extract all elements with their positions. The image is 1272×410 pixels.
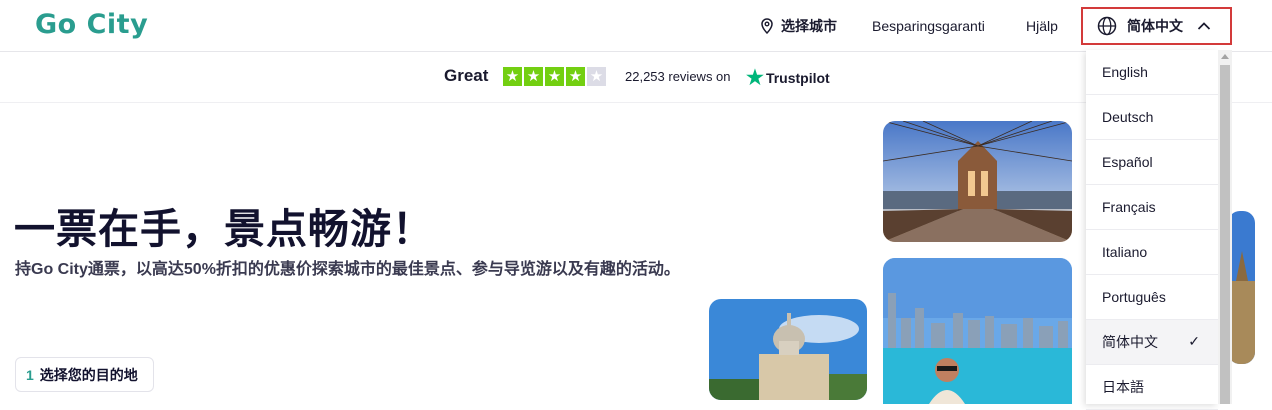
choose-city-label: 选择城市 <box>781 17 837 34</box>
language-option-italiano[interactable]: Italiano <box>1086 230 1218 275</box>
brooklyn-bridge-photo <box>883 121 1072 242</box>
trustpilot-review-count[interactable]: 22,253 reviews on <box>625 69 731 84</box>
language-option-label: Français <box>1102 199 1156 215</box>
trustpilot-logo[interactable]: ★ Trustpilot <box>746 65 830 90</box>
language-option-espanol[interactable]: Español <box>1086 140 1218 185</box>
chevron-up-icon <box>1197 22 1211 30</box>
temple-photo <box>1228 211 1255 364</box>
trustpilot-bar: Great ★ ★ ★ ★ ★ 22,253 reviews on ★ Trus… <box>0 52 1272 103</box>
star-icon: ★ <box>503 67 522 86</box>
trustpilot-brand: Trustpilot <box>765 69 830 86</box>
language-selector-label: 简体中文 <box>1127 18 1183 34</box>
language-option-deutsch[interactable]: Deutsch <box>1086 95 1218 140</box>
language-option-japanese[interactable]: 日本語 <box>1086 365 1218 410</box>
map-pin-icon <box>761 17 773 34</box>
language-option-simplified-chinese[interactable]: 简体中文 ✓ <box>1086 320 1218 365</box>
trustpilot-star-icon: ★ <box>746 67 764 89</box>
go-city-logo[interactable]: Go City <box>35 9 148 40</box>
language-option-english[interactable]: English <box>1086 50 1218 95</box>
hero-subtitle: 持Go City通票，以高达50%折扣的优惠价探索城市的最佳景点、参与导览游以及… <box>15 261 680 278</box>
dropdown-scrollbar[interactable] <box>1218 50 1232 404</box>
help-link[interactable]: Hjälp <box>1026 0 1058 51</box>
hero-title: 一票在手，景点畅游！ <box>14 206 434 252</box>
chicago-skyline-photo <box>883 258 1072 404</box>
language-option-label: Português <box>1102 289 1166 305</box>
star-icon: ★ <box>524 67 543 86</box>
star-icon: ★ <box>566 67 585 86</box>
step-label: 选择您的目的地 <box>39 366 138 383</box>
language-option-label: 日本語 <box>1102 379 1144 395</box>
checkmark-icon: ✓ <box>1188 333 1200 349</box>
savings-guarantee-label: Besparingsgaranti <box>872 17 985 34</box>
help-label: Hjälp <box>1026 17 1058 34</box>
trustpilot-rating-word: Great <box>444 66 489 85</box>
choose-destination-step[interactable]: 1 选择您的目的地 <box>15 357 154 392</box>
star-icon: ★ <box>545 67 564 86</box>
language-option-label: English <box>1102 64 1148 80</box>
language-dropdown: English Deutsch Español Français Italian… <box>1086 50 1218 410</box>
language-option-francais[interactable]: Français <box>1086 185 1218 230</box>
step-number: 1 <box>26 366 34 383</box>
choose-city-link[interactable]: 选择城市 <box>760 0 837 51</box>
site-header: Go City 选择城市 Besparingsgaranti Hjälp 简体中… <box>0 0 1272 52</box>
st-pauls-cathedral-photo <box>709 299 867 400</box>
language-option-label: Italiano <box>1102 244 1148 260</box>
language-option-label: 简体中文 <box>1102 334 1158 350</box>
trustpilot-stars: ★ ★ ★ ★ ★ <box>503 67 606 86</box>
savings-guarantee-link[interactable]: Besparingsgaranti <box>872 0 985 51</box>
language-selector-button[interactable]: 简体中文 <box>1081 7 1232 45</box>
language-option-portugues[interactable]: Português <box>1086 275 1218 320</box>
scrollbar-thumb[interactable] <box>1220 65 1230 404</box>
star-empty-icon: ★ <box>587 67 606 86</box>
globe-icon <box>1097 16 1117 36</box>
scroll-up-arrow-icon[interactable] <box>1221 54 1229 59</box>
language-option-label: Español <box>1102 154 1153 170</box>
language-option-label: Deutsch <box>1102 109 1154 125</box>
